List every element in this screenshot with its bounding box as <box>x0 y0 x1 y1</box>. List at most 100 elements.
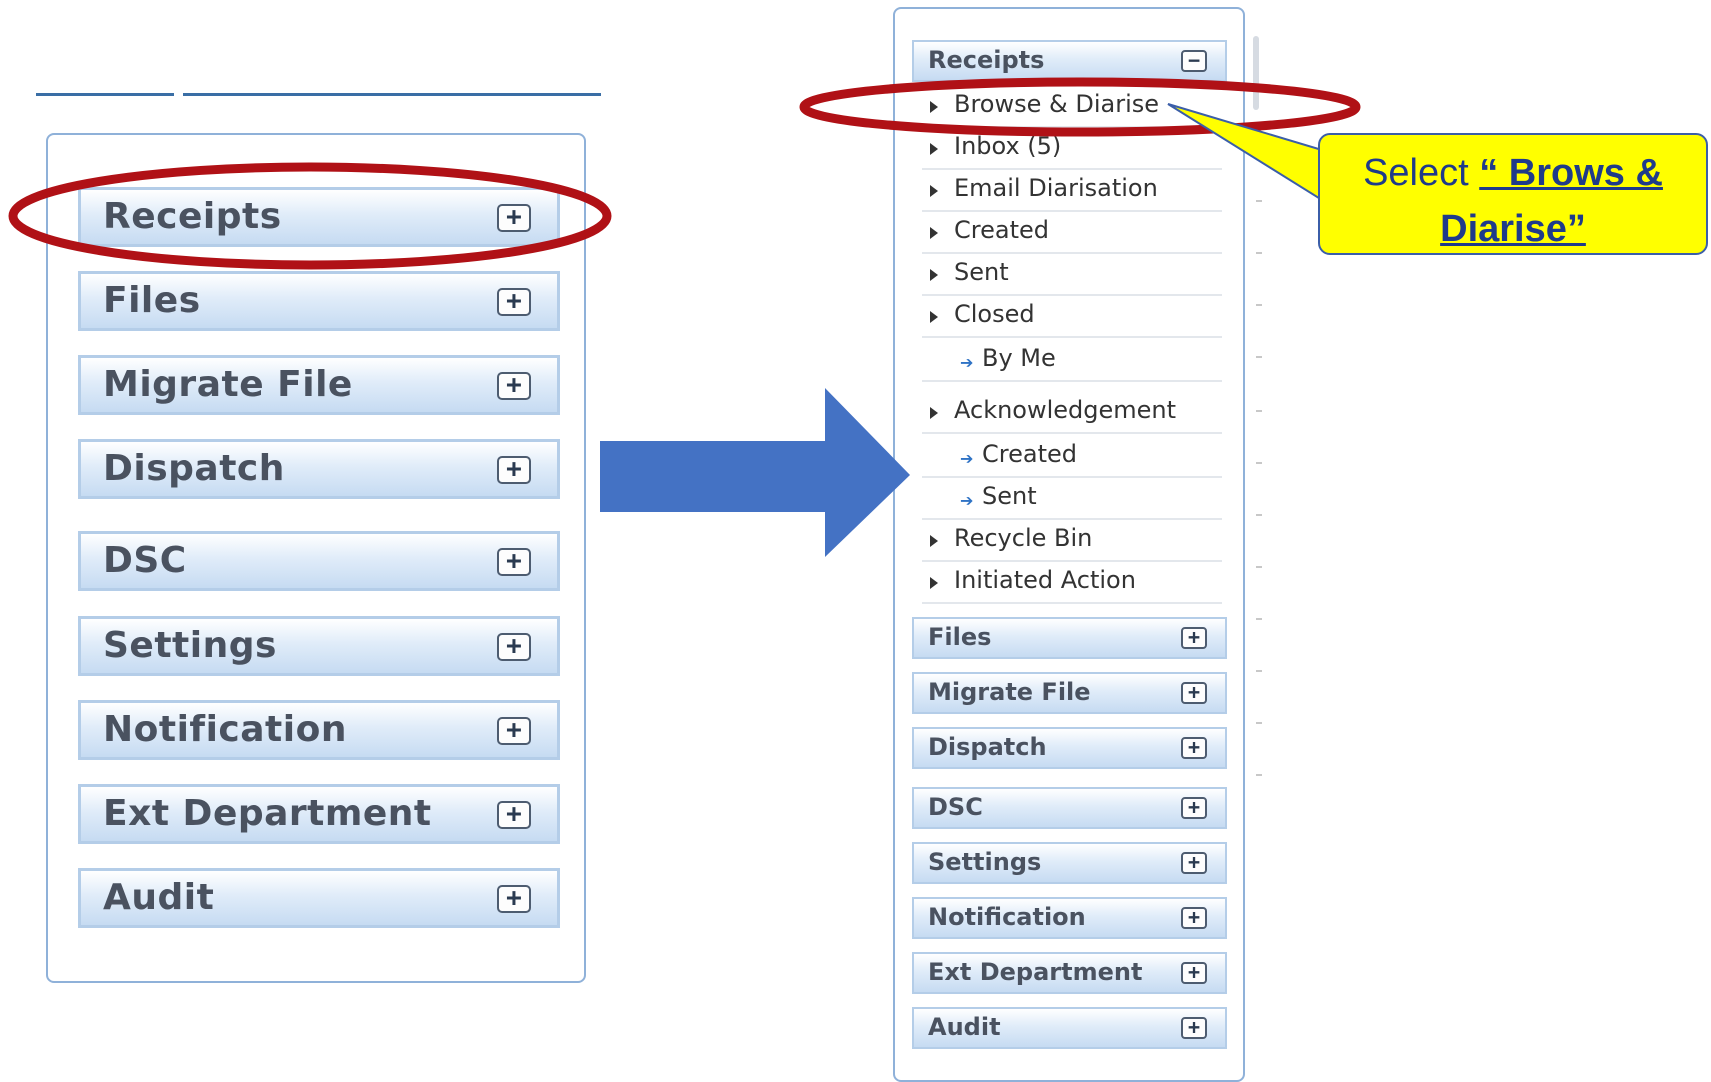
expand-icon[interactable]: + <box>497 204 531 232</box>
submenu-ack-sent[interactable]: ➔ Sent <box>922 478 1222 520</box>
menu-item-audit[interactable]: Audit + <box>912 1007 1227 1049</box>
menu-item-label: Ext Department <box>928 958 1143 986</box>
menu-item-label: Migrate File <box>103 364 353 405</box>
triangle-right-icon <box>930 535 938 547</box>
menu-item-label: DSC <box>928 793 983 821</box>
menu-item-migrate-file[interactable]: Migrate File + <box>78 355 560 415</box>
submenu-ack-created[interactable]: ➔ Created <box>922 436 1222 478</box>
menu-item-label: Dispatch <box>928 733 1047 761</box>
triangle-right-icon <box>930 311 938 323</box>
submenu-acknowledgement[interactable]: Acknowledgement <box>922 392 1222 434</box>
submenu-label: Created <box>954 216 1049 244</box>
menu-item-label: Receipts <box>928 46 1045 74</box>
expand-icon[interactable]: + <box>497 717 531 745</box>
submenu-label: Inbox (5) <box>954 132 1062 160</box>
submenu-initiated-action[interactable]: Initiated Action <box>922 562 1222 604</box>
divider-line <box>183 93 601 96</box>
menu-item-files[interactable]: Files + <box>912 617 1227 659</box>
menu-item-label: Audit <box>928 1013 1001 1041</box>
expand-icon[interactable]: + <box>497 288 531 316</box>
submenu-label: Initiated Action <box>954 566 1136 594</box>
submenu-recycle-bin[interactable]: Recycle Bin <box>922 520 1222 562</box>
menu-item-migrate-file[interactable]: Migrate File + <box>912 672 1227 714</box>
triangle-right-icon <box>930 143 938 155</box>
expand-icon[interactable]: + <box>1181 682 1207 704</box>
submenu-sent[interactable]: Sent <box>922 254 1222 296</box>
instruction-callout: Select “ Brows & Diarise” <box>1318 133 1708 255</box>
arrow-bullet-icon: ➔ <box>960 353 974 372</box>
expand-icon[interactable]: + <box>1181 852 1207 874</box>
expand-icon[interactable]: + <box>1181 797 1207 819</box>
submenu-label: By Me <box>982 344 1056 372</box>
expand-icon[interactable]: + <box>1181 627 1207 649</box>
submenu-label: Email Diarisation <box>954 174 1158 202</box>
expand-icon[interactable]: + <box>1181 1017 1207 1039</box>
triangle-right-icon <box>930 185 938 197</box>
dash-mark <box>1256 356 1262 358</box>
menu-item-dispatch[interactable]: Dispatch + <box>78 439 560 499</box>
menu-item-files[interactable]: Files + <box>78 271 560 331</box>
expand-icon[interactable]: + <box>1181 737 1207 759</box>
menu-item-receipts[interactable]: Receipts + <box>78 187 560 247</box>
expand-icon[interactable]: + <box>497 801 531 829</box>
menu-item-settings[interactable]: Settings + <box>912 842 1227 884</box>
menu-item-settings[interactable]: Settings + <box>78 616 560 676</box>
submenu-label: Acknowledgement <box>954 396 1177 424</box>
menu-item-ext-department[interactable]: Ext Department + <box>912 952 1227 994</box>
triangle-right-icon <box>930 577 938 589</box>
callout-prefix: Select <box>1363 152 1480 194</box>
menu-item-label: Notification <box>928 903 1086 931</box>
menu-item-label: Files <box>103 280 201 321</box>
expand-icon[interactable]: + <box>1181 907 1207 929</box>
menu-item-label: Notification <box>103 709 347 750</box>
menu-item-dsc[interactable]: DSC + <box>78 531 560 591</box>
submenu-email-diarisation[interactable]: Email Diarisation <box>922 170 1222 212</box>
triangle-right-icon <box>930 227 938 239</box>
arrow-bullet-icon: ➔ <box>960 491 974 510</box>
arrow-bullet-icon: ➔ <box>960 449 974 468</box>
menu-item-receipts-expanded[interactable]: Receipts − <box>912 40 1227 82</box>
menu-item-label: Audit <box>103 877 215 918</box>
expand-icon[interactable]: + <box>497 633 531 661</box>
dash-mark <box>1256 722 1262 724</box>
submenu-label: Recycle Bin <box>954 524 1093 552</box>
triangle-right-icon <box>930 269 938 281</box>
submenu-closed-by-me[interactable]: ➔ By Me <box>922 340 1222 382</box>
submenu-created[interactable]: Created <box>922 212 1222 254</box>
submenu-label: Closed <box>954 300 1035 328</box>
submenu-browse-diarise[interactable]: Browse & Diarise <box>922 86 1222 128</box>
expand-icon[interactable]: + <box>497 548 531 576</box>
dash-mark <box>1256 410 1262 412</box>
dash-mark <box>1256 670 1262 672</box>
dash-mark <box>1256 304 1262 306</box>
submenu-label: Browse & Diarise <box>954 90 1160 118</box>
collapse-icon[interactable]: − <box>1181 50 1207 72</box>
menu-item-ext-department[interactable]: Ext Department + <box>78 784 560 844</box>
menu-item-label: Settings <box>928 848 1042 876</box>
callout-emphasis-1: “ Brows & <box>1479 152 1663 194</box>
dash-mark <box>1256 774 1262 776</box>
divider-line <box>36 93 174 96</box>
expand-icon[interactable]: + <box>1181 962 1207 984</box>
expand-icon[interactable]: + <box>497 372 531 400</box>
dash-mark <box>1256 514 1262 516</box>
menu-item-dsc[interactable]: DSC + <box>912 787 1227 829</box>
menu-item-notification[interactable]: Notification + <box>912 897 1227 939</box>
menu-item-notification[interactable]: Notification + <box>78 700 560 760</box>
dash-mark <box>1256 462 1262 464</box>
submenu-label: Created <box>982 440 1077 468</box>
expand-icon[interactable]: + <box>497 885 531 913</box>
menu-item-label: Settings <box>103 625 277 666</box>
menu-item-dispatch[interactable]: Dispatch + <box>912 727 1227 769</box>
dash-mark <box>1256 566 1262 568</box>
dash-mark <box>1256 200 1262 202</box>
right-arrow-icon <box>600 388 910 557</box>
menu-item-audit[interactable]: Audit + <box>78 868 560 928</box>
menu-item-label: Receipts <box>103 196 282 237</box>
menu-item-label: DSC <box>103 540 187 581</box>
submenu-closed[interactable]: Closed <box>922 296 1222 338</box>
dash-mark <box>1256 618 1262 620</box>
content-scroll-edge <box>1253 36 1259 110</box>
submenu-inbox[interactable]: Inbox (5) <box>922 128 1222 170</box>
expand-icon[interactable]: + <box>497 456 531 484</box>
